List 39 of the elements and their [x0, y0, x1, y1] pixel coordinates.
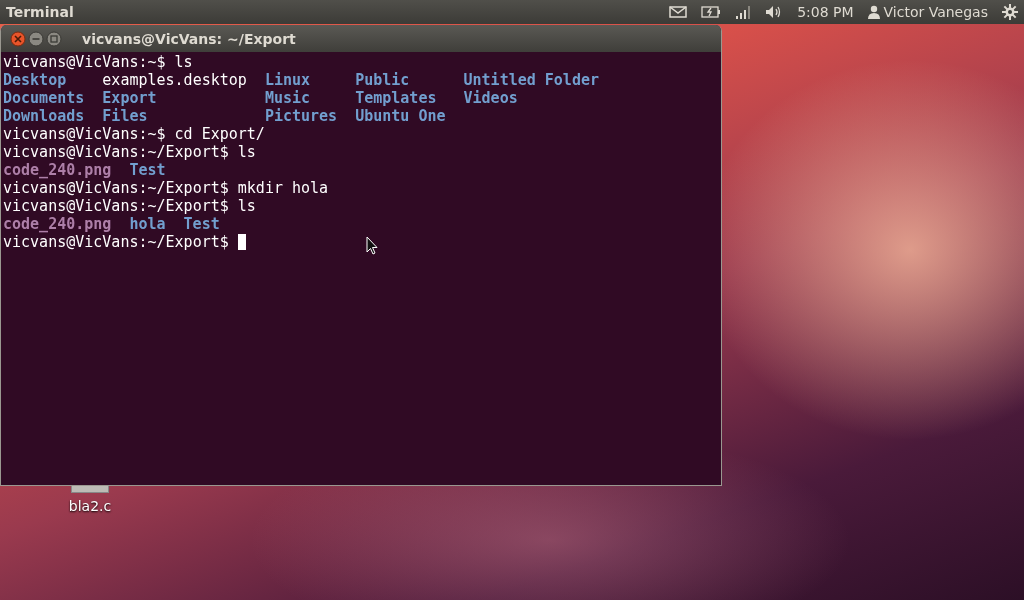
directory-name: Documents — [3, 89, 85, 107]
command-line: vicvans@VicVans:~$ ls — [3, 53, 193, 71]
user-icon — [867, 5, 880, 19]
command-line: vicvans@VicVans:~/Export$ ls — [3, 197, 256, 215]
clock[interactable]: 5:08 PM — [797, 4, 854, 20]
window-title: vicvans@VicVans: ~/Export — [82, 30, 296, 47]
directory-name: Videos — [463, 89, 518, 107]
directory-name: Pictures — [264, 107, 338, 125]
settings-icon[interactable] — [1002, 4, 1018, 20]
file-label[interactable]: bla2.c — [68, 498, 112, 514]
maximize-button[interactable] — [46, 30, 62, 47]
directory-name: Export — [102, 89, 157, 107]
mail-icon[interactable] — [669, 5, 688, 19]
battery-icon[interactable] — [701, 6, 722, 18]
directory-name: hola — [129, 215, 166, 233]
directory-name: Desktop — [3, 71, 67, 89]
directory-name: Files — [102, 107, 148, 125]
directory-name: Linux — [264, 71, 311, 89]
app-name: Terminal — [6, 4, 74, 20]
directory-name: Templates — [355, 89, 437, 107]
file-name: code_240.png — [3, 161, 112, 179]
minimize-button[interactable] — [28, 30, 44, 47]
mouse-pointer-icon — [366, 236, 378, 255]
directory-name: Music — [264, 89, 311, 107]
directory-name: Untitled Folder — [463, 71, 599, 89]
directory-name: Downloads — [3, 107, 85, 125]
directory-name: Public — [355, 71, 410, 89]
directory-name: Ubuntu One — [355, 107, 446, 125]
user-name[interactable]: Victor Vanegas — [883, 4, 988, 20]
command-line: vicvans@VicVans:~/Export$ ls — [3, 143, 256, 161]
file-name: examples.desktop — [102, 71, 247, 89]
file-name: code_240.png — [3, 215, 112, 233]
close-button[interactable] — [10, 30, 26, 47]
directory-name: Test — [129, 161, 166, 179]
command-line: vicvans@VicVans:~/Export$ — [3, 233, 229, 251]
signal-icon[interactable] — [735, 5, 752, 19]
directory-name: Test — [183, 215, 220, 233]
command-line: vicvans@VicVans:~/Export$ mkdir hola — [3, 179, 329, 197]
command-line: vicvans@VicVans:~$ cd Export/ — [3, 125, 265, 143]
